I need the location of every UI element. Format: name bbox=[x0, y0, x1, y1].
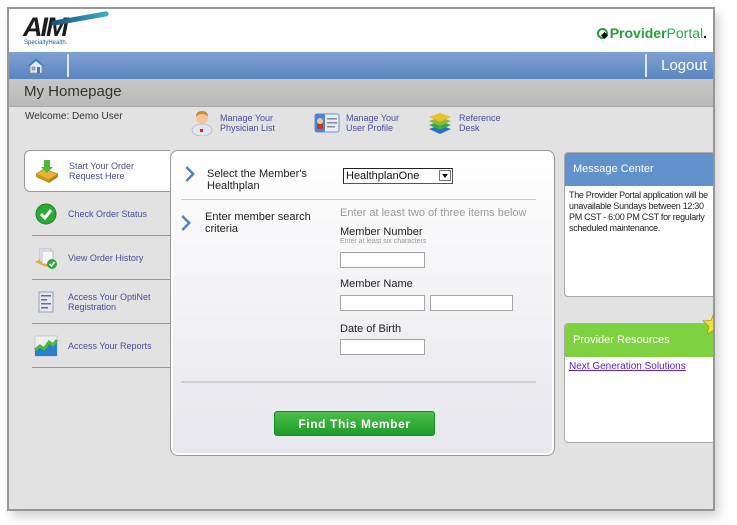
member-last-name-input[interactable] bbox=[430, 295, 513, 311]
page-title-bar: My Homepage bbox=[9, 79, 713, 107]
dropdown-arrow-icon bbox=[439, 170, 451, 181]
member-number-input[interactable] bbox=[340, 252, 425, 268]
sidebar-item-label: Access Your Reports bbox=[68, 340, 152, 351]
message-center-title: Message Center bbox=[565, 153, 713, 186]
healthplan-select[interactable]: HealthplanOne bbox=[343, 168, 453, 184]
header: AIM SpecialtyHealth. ProviderPortal. bbox=[9, 9, 713, 52]
sidebar-item-label: Start Your Order Request Here bbox=[69, 161, 135, 181]
provider-resources-body: Next Generation Solutions bbox=[565, 357, 713, 376]
logo-text: AIM bbox=[23, 12, 68, 42]
sidebar-item-check-order-status[interactable]: Check Order Status bbox=[32, 192, 170, 236]
welcome-text: Welcome: Demo User bbox=[25, 111, 123, 122]
quicklink-physician-list[interactable]: Manage Your Physician List bbox=[190, 110, 280, 136]
quicklink-reference-desk[interactable]: Reference Desk bbox=[427, 110, 519, 136]
member-first-name-input[interactable] bbox=[340, 295, 425, 311]
member-search-panel: Select the Member's Healthplan Healthpla… bbox=[170, 150, 555, 456]
inbox-download-icon bbox=[35, 160, 59, 183]
step-search-criteria-label: Enter member search criteria bbox=[205, 211, 311, 235]
sidebar-item-label: View Order History bbox=[68, 252, 144, 263]
dob-label: Date of Birth bbox=[340, 323, 402, 335]
sidebar-item-label: Access Your OptiNet Registration bbox=[68, 291, 151, 312]
order-history-icon bbox=[35, 248, 57, 269]
next-generation-solutions-link[interactable]: Next Generation Solutions bbox=[569, 361, 686, 372]
app-window: AIM SpecialtyHealth. ProviderPortal. Log… bbox=[7, 7, 715, 511]
sidebar-item-start-order[interactable]: Start Your Order Request Here bbox=[24, 150, 170, 192]
logout-link[interactable]: Logout bbox=[661, 57, 707, 74]
dob-input[interactable] bbox=[340, 339, 425, 355]
quicklink-label: Manage Your User Profile bbox=[346, 113, 400, 133]
divider bbox=[181, 199, 536, 200]
sidebar-item-reports[interactable]: Access Your Reports bbox=[32, 324, 170, 368]
user-profile-card-icon bbox=[314, 113, 340, 133]
reports-chart-icon bbox=[34, 335, 58, 356]
step-select-healthplan-label: Select the Member's Healthplan bbox=[207, 168, 307, 192]
home-button[interactable] bbox=[9, 52, 67, 79]
message-center-body: The Provider Portal application will be … bbox=[569, 190, 708, 233]
nav-separator bbox=[67, 54, 69, 77]
registration-form-icon bbox=[38, 291, 54, 312]
provider-resources: Provider Resources Next Generation Solut… bbox=[564, 314, 713, 443]
divider bbox=[181, 381, 536, 383]
sidebar-item-optinet-registration[interactable]: Access Your OptiNet Registration bbox=[32, 280, 170, 324]
star-icon bbox=[702, 314, 713, 336]
provider-resources-title: Provider Resources bbox=[565, 324, 713, 357]
physician-icon bbox=[191, 111, 213, 136]
navbar: Logout bbox=[9, 52, 713, 79]
quicklink-label: Manage Your Physician List bbox=[220, 113, 276, 133]
portal-light: Portal bbox=[666, 25, 704, 41]
aim-logo: AIM SpecialtyHealth. bbox=[23, 11, 109, 48]
provider-portal-logo: ProviderPortal. bbox=[596, 25, 707, 41]
quicklink-label: Reference Desk bbox=[459, 113, 501, 133]
books-icon bbox=[429, 113, 451, 134]
member-number-label: Member Number bbox=[340, 226, 423, 238]
portal-dot: . bbox=[703, 25, 707, 41]
member-name-label: Member Name bbox=[340, 278, 413, 290]
logo-subtext: SpecialtyHealth. bbox=[24, 40, 68, 46]
sidebar: Start Your Order Request Here Check Orde… bbox=[24, 150, 170, 368]
sidebar-item-label: Check Order Status bbox=[68, 208, 148, 219]
chevron-right-icon bbox=[185, 166, 195, 182]
sidebar-item-order-history[interactable]: View Order History bbox=[32, 236, 170, 280]
portal-cursor-icon bbox=[596, 28, 608, 39]
home-icon bbox=[27, 58, 45, 74]
healthplan-selected-value: HealthplanOne bbox=[346, 170, 420, 182]
search-hint: Enter at least two of three items below bbox=[340, 207, 527, 219]
quicklink-user-profile[interactable]: Manage Your User Profile bbox=[314, 110, 406, 134]
page-title: My Homepage bbox=[24, 83, 122, 100]
member-number-sublabel: Enter at least six characters bbox=[340, 238, 427, 245]
find-member-button[interactable]: Find This Member bbox=[274, 411, 435, 436]
green-check-icon bbox=[35, 203, 57, 224]
portal-bold: Provider bbox=[609, 25, 667, 41]
chevron-right-icon bbox=[181, 215, 191, 231]
message-center: Message Center The Provider Portal appli… bbox=[564, 152, 713, 297]
nav-separator bbox=[645, 54, 647, 77]
